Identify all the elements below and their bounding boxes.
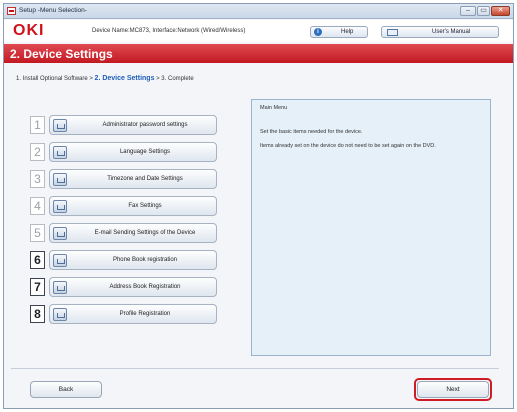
step-number: 7 [30,278,45,296]
clock-icon [53,173,67,186]
step-label: Address Book Registration [109,284,181,290]
help-label: Help [341,29,354,35]
step-fax: 4 Fax Settings [30,196,217,216]
admin-key-icon [53,119,67,132]
fax-icon [53,200,67,213]
section-header: 2. Device Settings [4,44,513,63]
toolbar: OKI Device Name:MC873, Interface:Network… [4,20,513,42]
description-panel: Main Menu Set the basic items needed for… [251,99,491,356]
step-number: 8 [30,305,45,323]
minimize-button[interactable]: – [460,6,476,16]
step-label: Administrator password settings [102,122,188,128]
app-icon [7,7,16,15]
breadcrumb-step3: > 3. Complete [156,76,194,82]
users-manual-button[interactable]: User's Manual [381,26,499,38]
device-name-text: Device Name:MC873, Interface:Network (Wi… [92,28,246,34]
info-icon: i [314,28,322,36]
step-label: Fax Settings [128,203,162,209]
back-button[interactable]: Back [30,381,102,398]
step-profile: 8 Profile Registration [30,304,217,324]
step-number: 6 [30,251,45,269]
timezone-date-button[interactable]: Timezone and Date Settings [49,169,217,189]
address-book-button[interactable]: Address Book Registration [49,277,217,297]
administrator-password-button[interactable]: Administrator password settings [49,115,217,135]
description-line: Items already set on the device do not n… [260,143,436,149]
description-line: Set the basic items needed for the devic… [260,129,363,135]
description-title: Main Menu [260,105,288,111]
step-label: Language Settings [119,149,171,155]
breadcrumb-step1: 1. Install Optional Software > [16,76,93,82]
help-button[interactable]: i Help [310,26,368,38]
profile-registration-button[interactable]: Profile Registration [49,304,217,324]
step-address-book: 7 Address Book Registration [30,277,217,297]
step-number: 3 [30,170,45,188]
language-icon [53,146,67,159]
step-label: Timezone and Date Settings [107,176,183,182]
step-language: 2 Language Settings [30,142,217,162]
manual-label: User's Manual [432,29,471,35]
close-button[interactable]: ✕ [491,6,510,16]
step-phone-book: 6 Phone Book registration [30,250,217,270]
oki-logo: OKI [13,22,45,39]
step-label: E-mail Sending Settings of the Device [94,230,196,236]
step-number: 2 [30,143,45,161]
next-button[interactable]: Next [417,381,489,398]
email-icon [53,227,67,240]
breadcrumb: 1. Install Optional Software > 2. Device… [16,75,194,82]
maximize-button[interactable]: ▭ [477,6,490,16]
breadcrumb-current: 2. Device Settings [94,75,155,82]
step-number: 1 [30,116,45,134]
step-administrator-password: 1 Administrator password settings [30,115,217,135]
phone-book-icon [53,254,67,267]
manual-book-icon [387,29,398,36]
step-number: 4 [30,197,45,215]
footer-divider [11,368,499,369]
phone-book-button[interactable]: Phone Book registration [49,250,217,270]
step-label: Profile Registration [119,311,171,317]
fax-settings-button[interactable]: Fax Settings [49,196,217,216]
step-number: 5 [30,224,45,242]
window-title: Setup -Menu Selection- [19,7,87,14]
step-timezone: 3 Timezone and Date Settings [30,169,217,189]
language-settings-button[interactable]: Language Settings [49,142,217,162]
email-sending-button[interactable]: E-mail Sending Settings of the Device [49,223,217,243]
title-bar: Setup -Menu Selection- – ▭ ✕ [4,4,513,19]
step-label: Phone Book registration [112,257,178,263]
page-title: 2. Device Settings [10,47,113,61]
address-book-icon [53,281,67,294]
profile-icon [53,308,67,321]
step-email: 5 E-mail Sending Settings of the Device [30,223,217,243]
